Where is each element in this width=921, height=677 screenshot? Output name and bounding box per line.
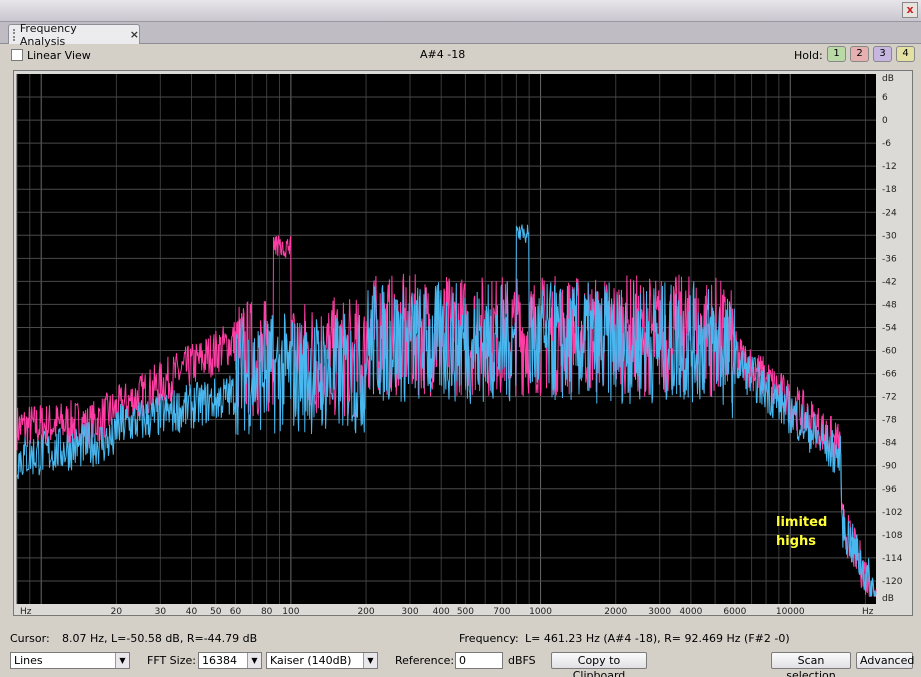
x-tick-label: 10000 — [776, 607, 805, 617]
y-tick-label: -24 — [882, 208, 897, 218]
scan-selection-button[interactable]: Scan selection — [771, 652, 851, 677]
fft-size-select[interactable]: 16384 ▼ — [198, 652, 262, 669]
annotation-line-2: highs — [776, 534, 816, 549]
controls-row: Lines ▼ FFT Size: 16384 ▼ Kaiser (140dB)… — [0, 651, 921, 677]
x-axis-unit-right: Hz — [862, 607, 874, 617]
linear-view-label[interactable]: Linear View — [27, 49, 91, 62]
hold-button-4[interactable]: 4 — [896, 46, 915, 62]
reference-unit: dBFS — [508, 654, 536, 667]
x-tick-label: 50 — [210, 607, 222, 617]
x-tick-label: 300 — [401, 607, 418, 617]
window-function-select[interactable]: Kaiser (140dB) ▼ — [266, 652, 378, 669]
x-tick-label: 200 — [357, 607, 374, 617]
chevron-down-icon[interactable]: ▼ — [247, 653, 261, 668]
note-readout: A#4 -18 — [420, 48, 466, 61]
x-tick-label: 40 — [186, 607, 198, 617]
title-bar: x — [0, 0, 921, 22]
y-tick-label: -90 — [882, 462, 897, 472]
hold-button-2[interactable]: 2 — [850, 46, 869, 62]
fft-size-value: 16384 — [202, 654, 237, 667]
grip-icon[interactable] — [13, 28, 17, 41]
y-tick-label: -78 — [882, 416, 897, 426]
y-tick-label: -12 — [882, 162, 897, 172]
frequency-label: Frequency: — [459, 632, 519, 645]
spectrum-svg[interactable]: 20 30 40 50 60 80 100 200 300 400 500 700 1000 2000 30… — [14, 71, 914, 617]
y-axis-unit-bottom: dB — [882, 594, 894, 604]
chevron-down-icon[interactable]: ▼ — [115, 653, 129, 668]
reference-label: Reference: — [395, 654, 455, 667]
hold-button-1[interactable]: 1 — [827, 46, 846, 62]
window-function-value: Kaiser (140dB) — [270, 654, 352, 667]
y-tick-label: -36 — [882, 254, 897, 264]
x-tick-label: 4000 — [679, 607, 702, 617]
cursor-value: 8.07 Hz, L=-50.58 dB, R=-44.79 dB — [62, 632, 258, 645]
tab-frequency-analysis[interactable]: Frequency Analysis × — [8, 22, 140, 48]
hold-label: Hold: — [794, 49, 823, 62]
x-tick-label: 3000 — [648, 607, 671, 617]
tab-label: Frequency Analysis — [19, 21, 77, 48]
y-tick-label: -66 — [882, 370, 897, 380]
copy-to-clipboard-button[interactable]: Copy to Clipboard — [551, 652, 647, 677]
y-tick-label: -114 — [882, 554, 903, 564]
y-tick-label: 6 — [882, 93, 888, 103]
x-tick-label: 400 — [433, 607, 450, 617]
y-tick-label: -120 — [882, 577, 903, 587]
options-row: Linear View A#4 -18 Hold: 1 2 3 4 — [0, 45, 921, 67]
y-tick-label: -60 — [882, 347, 897, 357]
spectrum-plot[interactable]: 20 30 40 50 60 80 100 200 300 400 500 700 1000 2000 30… — [13, 70, 914, 617]
display-mode-value: Lines — [14, 654, 43, 667]
y-tick-label: -72 — [882, 393, 897, 403]
advanced-button[interactable]: Advanced — [856, 652, 914, 669]
y-tick-label: -18 — [882, 185, 897, 195]
x-tick-label: 700 — [493, 607, 510, 617]
display-mode-select[interactable]: Lines ▼ — [10, 652, 130, 669]
y-tick-label: 0 — [882, 116, 888, 126]
y-tick-label: -42 — [882, 277, 897, 287]
y-tick-label: -84 — [882, 439, 897, 449]
y-tick-label: -6 — [882, 139, 891, 149]
y-tick-label: -30 — [882, 231, 897, 241]
reference-input[interactable]: 0 — [455, 652, 503, 669]
reference-value: 0 — [459, 654, 466, 667]
frequency-value: L= 461.23 Hz (A#4 -18), R= 92.469 Hz (F#… — [525, 632, 790, 645]
tab-close-icon[interactable]: × — [130, 28, 139, 41]
y-tick-label: -48 — [882, 300, 897, 310]
x-axis-unit-left: Hz — [20, 607, 32, 617]
window-close-button[interactable]: x — [902, 2, 918, 18]
x-tick-label: 80 — [261, 607, 273, 617]
panel-tab-bar: Frequency Analysis × ▶ — [0, 22, 921, 62]
annotation-line-1: limited — [776, 515, 827, 530]
chevron-down-icon[interactable]: ▼ — [363, 653, 377, 668]
x-tick-label: 6000 — [723, 607, 746, 617]
x-tick-label: 500 — [457, 607, 474, 617]
y-axis-unit-top: dB — [882, 74, 894, 84]
y-tick-label: -108 — [882, 531, 903, 541]
hold-button-3[interactable]: 3 — [873, 46, 892, 62]
cursor-label: Cursor: — [10, 632, 50, 645]
linear-view-checkbox[interactable] — [11, 49, 23, 61]
x-tick-label: 20 — [111, 607, 123, 617]
fft-size-label: FFT Size: — [147, 654, 196, 667]
x-tick-label: 1000 — [529, 607, 552, 617]
x-tick-label: 2000 — [604, 607, 627, 617]
x-tick-label: 60 — [230, 607, 242, 617]
y-tick-label: -102 — [882, 508, 902, 518]
x-tick-label: 100 — [282, 607, 299, 617]
y-tick-label: -54 — [882, 323, 897, 333]
x-tick-label: 30 — [155, 607, 167, 617]
y-tick-label: -96 — [882, 485, 897, 495]
